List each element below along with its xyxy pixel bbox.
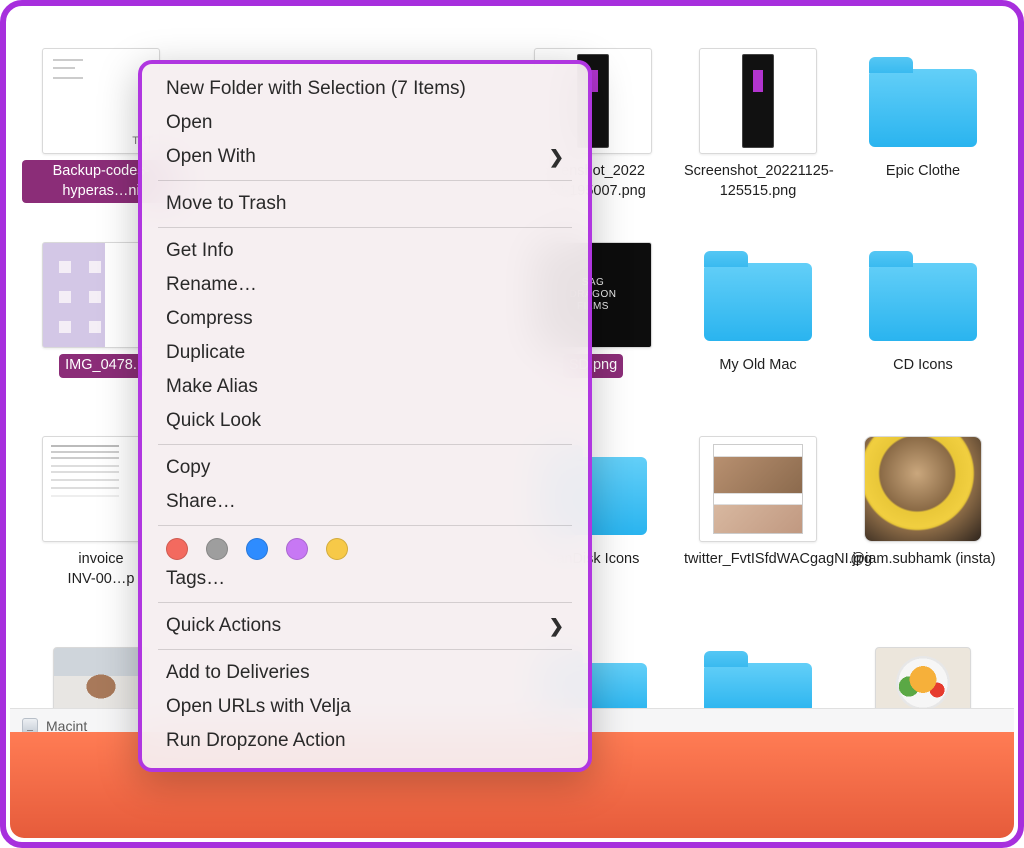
tag-blue[interactable] — [246, 538, 268, 560]
menu-new-folder-selection[interactable]: New Folder with Selection (7 Items) — [142, 72, 588, 106]
menu-separator — [158, 602, 572, 603]
tag-purple[interactable] — [286, 538, 308, 560]
menu-quick-actions[interactable]: Quick Actions❯ — [142, 609, 588, 643]
window-frame: Backup-codes-hyperas…ni creenshot_2022 1… — [0, 0, 1024, 848]
folder-icon — [864, 242, 982, 348]
menu-open-with[interactable]: Open With❯ — [142, 140, 588, 174]
file-item[interactable]: Screenshot_20221125-125515.png — [678, 48, 838, 238]
menu-add-deliveries[interactable]: Add to Deliveries — [142, 656, 588, 690]
file-thumbnail-screenshot — [699, 48, 817, 154]
chevron-right-icon: ❯ — [549, 147, 564, 168]
file-label[interactable]: invoice INV-00…p — [62, 548, 141, 591]
file-thumbnail-image — [699, 436, 817, 542]
menu-compress[interactable]: Compress — [142, 302, 588, 336]
window-content: Backup-codes-hyperas…ni creenshot_2022 1… — [10, 10, 1014, 838]
menu-move-to-trash[interactable]: Move to Trash — [142, 187, 588, 221]
menu-make-alias[interactable]: Make Alias — [142, 370, 588, 404]
file-item[interactable]: @iam.subhamk (insta) — [844, 436, 1002, 626]
file-item[interactable]: twitter_FvtISfdWACgagNI.jpg — [678, 436, 838, 626]
file-label[interactable]: twitter_FvtISfdWACgagNI.jpg — [678, 548, 838, 572]
menu-open[interactable]: Open — [142, 106, 588, 140]
file-label[interactable]: Screenshot_20221125-125515.png — [678, 160, 838, 203]
menu-separator — [158, 180, 572, 181]
file-item[interactable]: CD Icons — [844, 242, 1002, 432]
menu-run-dropzone[interactable]: Run Dropzone Action — [142, 724, 588, 758]
file-label[interactable]: Epic Clothe — [880, 160, 966, 184]
file-item[interactable]: My Old Mac — [678, 242, 838, 432]
file-label[interactable]: My Old Mac — [713, 354, 802, 378]
menu-copy[interactable]: Copy — [142, 451, 588, 485]
folder-icon — [864, 48, 982, 154]
menu-get-info[interactable]: Get Info — [142, 234, 588, 268]
tag-gray[interactable] — [206, 538, 228, 560]
menu-separator — [158, 227, 572, 228]
menu-share[interactable]: Share… — [142, 485, 588, 519]
menu-separator — [158, 525, 572, 526]
menu-tag-colors — [142, 532, 588, 562]
menu-separator — [158, 444, 572, 445]
tag-yellow[interactable] — [326, 538, 348, 560]
tag-red[interactable] — [166, 538, 188, 560]
chevron-right-icon: ❯ — [549, 616, 564, 637]
menu-open-urls-velja[interactable]: Open URLs with Velja — [142, 690, 588, 724]
menu-tags[interactable]: Tags… — [142, 562, 588, 596]
menu-separator — [158, 649, 572, 650]
file-label[interactable]: CD Icons — [887, 354, 959, 378]
menu-rename[interactable]: Rename… — [142, 268, 588, 302]
menu-quick-look[interactable]: Quick Look — [142, 404, 588, 438]
file-item[interactable]: Epic Clothe — [844, 48, 1002, 238]
folder-icon — [699, 242, 817, 348]
file-label[interactable]: @iam.subhamk (insta) — [844, 548, 1001, 572]
file-thumbnail-image — [864, 436, 982, 542]
file-label[interactable]: IMG_0478. — [59, 354, 143, 378]
menu-duplicate[interactable]: Duplicate — [142, 336, 588, 370]
context-menu[interactable]: New Folder with Selection (7 Items) Open… — [138, 60, 592, 772]
